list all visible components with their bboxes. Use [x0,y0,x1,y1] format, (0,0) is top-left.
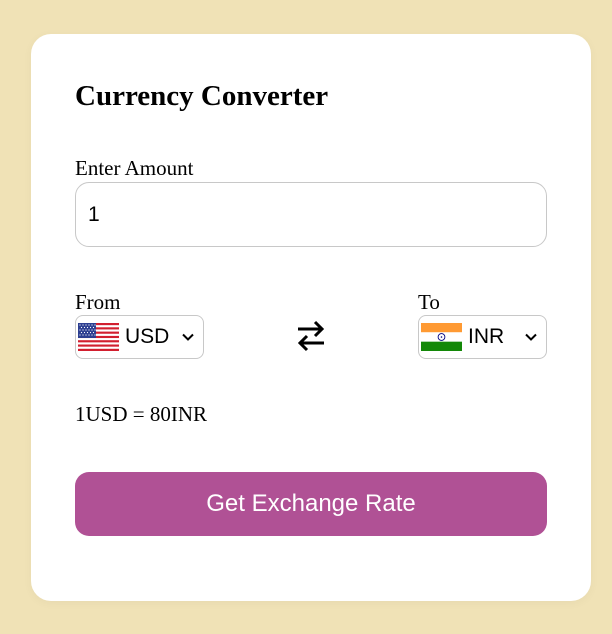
get-exchange-rate-button[interactable]: Get Exchange Rate [75,472,547,536]
to-label: To [418,290,440,314]
amount-input[interactable] [75,182,547,247]
to-currency-code: INR [468,325,505,348]
chevron-down-icon [181,332,195,342]
india-flag-icon [421,323,462,351]
from-currency-code: USD [125,325,170,348]
amount-label: Enter Amount [75,156,194,180]
chevron-down-icon [524,332,538,342]
to-currency-select[interactable]: INR [418,315,547,359]
us-flag-icon [78,323,119,351]
from-label: From [75,290,121,314]
page-title: Currency Converter [75,80,329,112]
from-currency-select[interactable]: USD [75,315,204,359]
swap-arrows-icon[interactable] [295,317,327,355]
exchange-rate-text: 1USD = 80INR [75,402,208,426]
converter-card: Currency Converter Enter Amount From [31,34,591,601]
